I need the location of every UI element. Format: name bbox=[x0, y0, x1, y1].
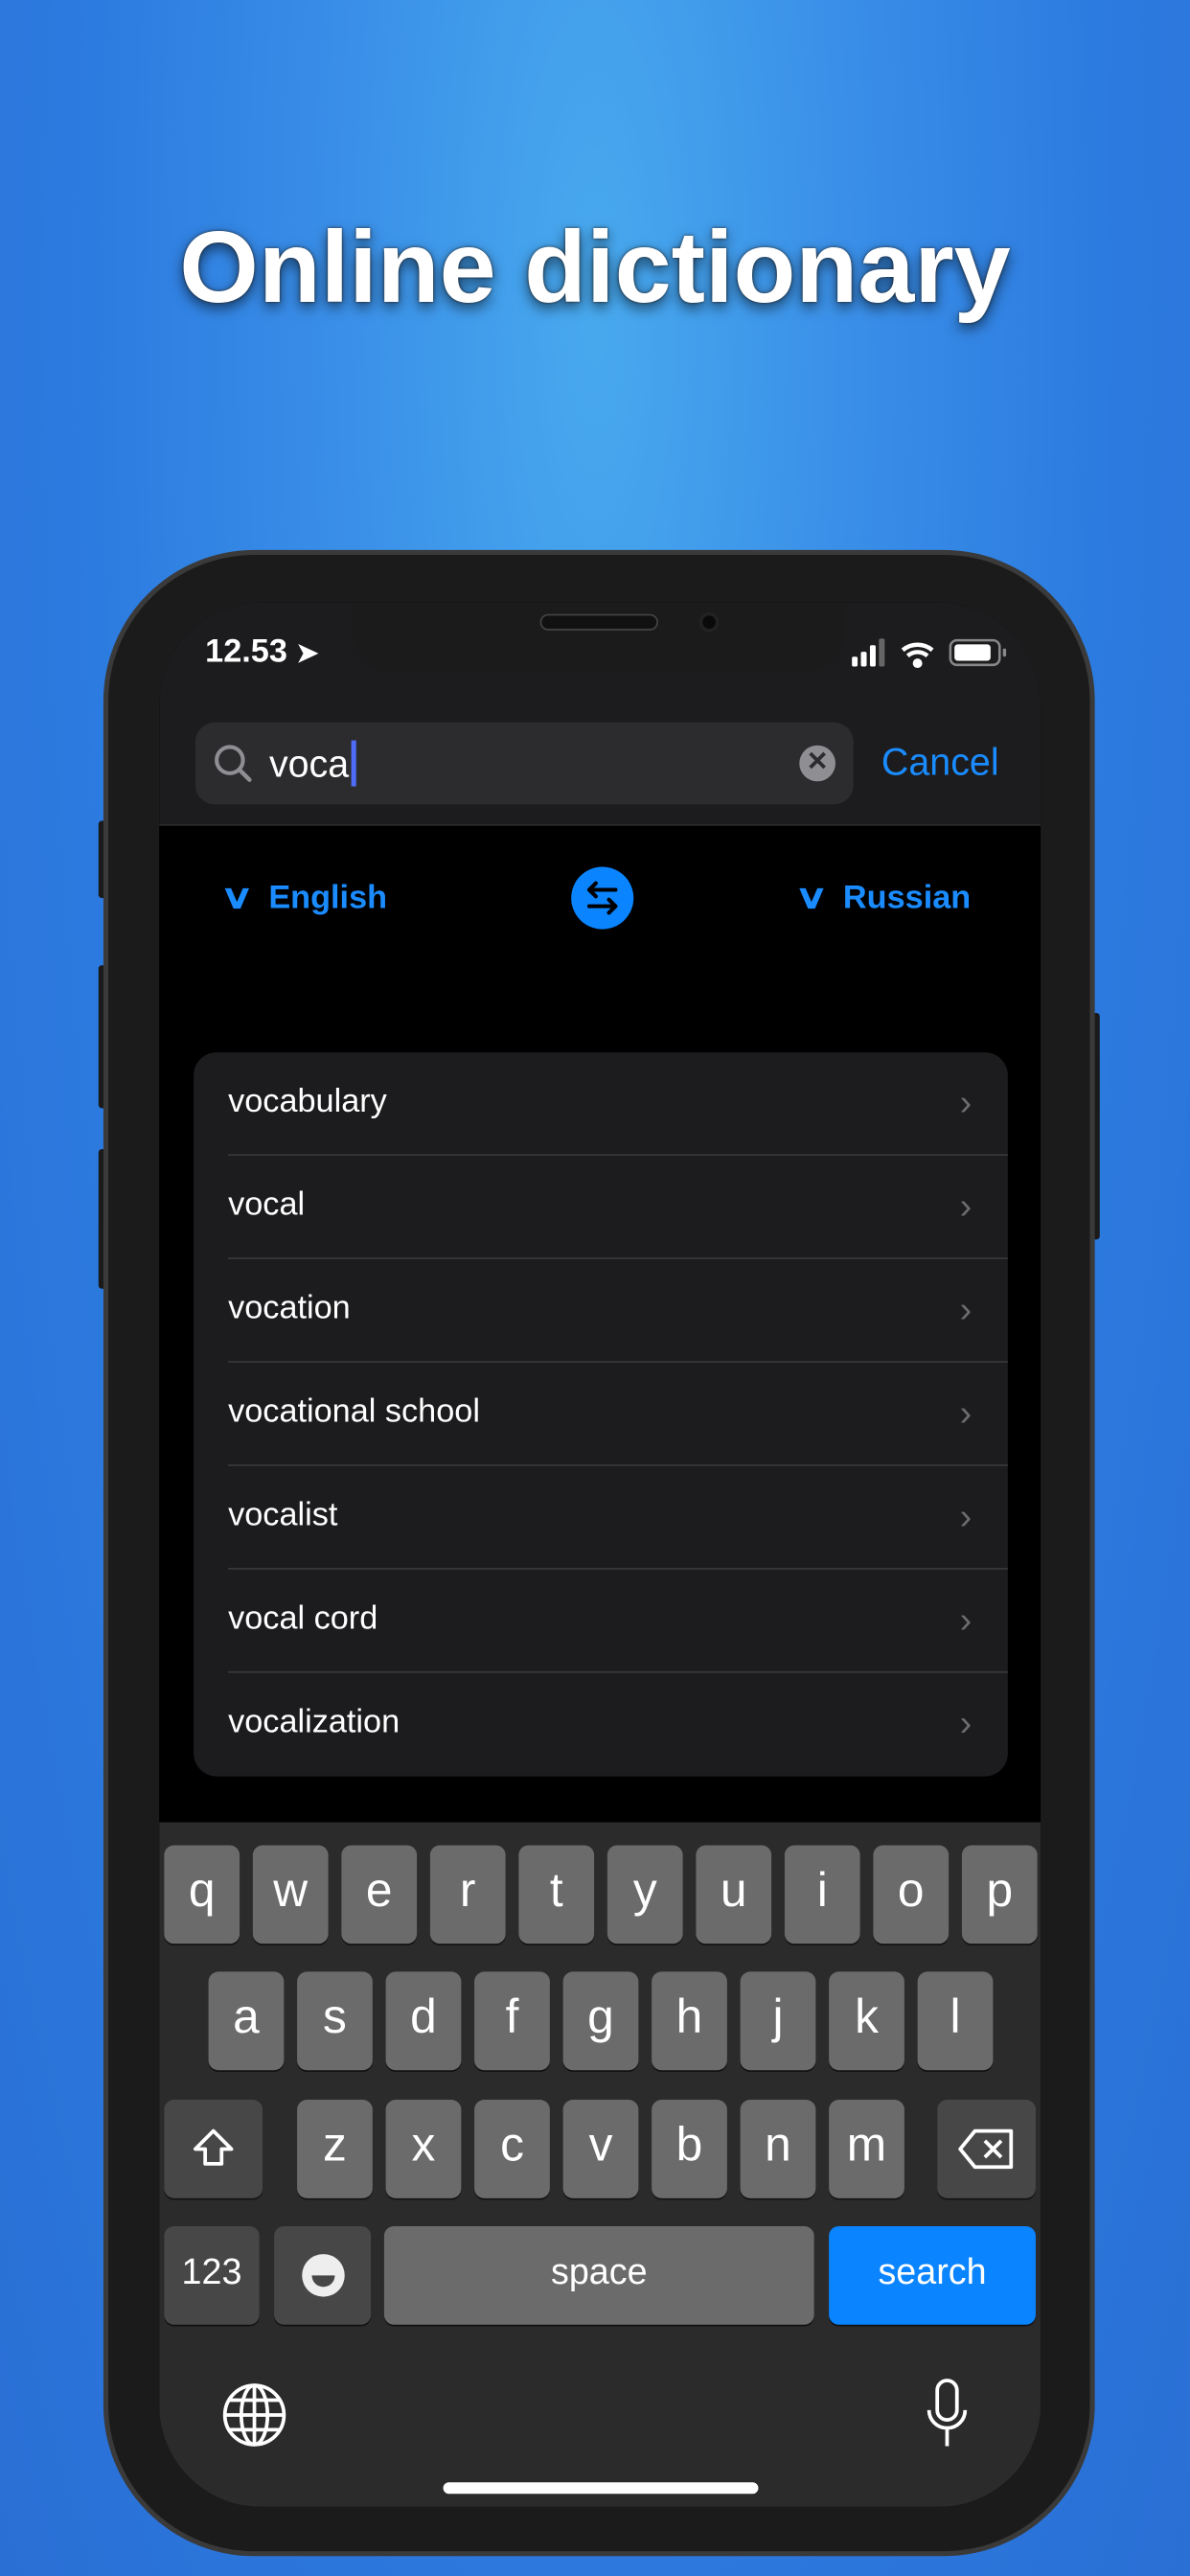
numbers-key[interactable]: 123 bbox=[164, 2225, 260, 2325]
chevron-right-icon: › bbox=[959, 1081, 973, 1123]
chevron-right-icon: › bbox=[959, 1702, 973, 1744]
cellular-signal-icon bbox=[852, 638, 885, 667]
key-m[interactable]: m bbox=[829, 2100, 904, 2198]
key-f[interactable]: f bbox=[474, 1971, 550, 2071]
backspace-icon bbox=[958, 2128, 1014, 2170]
search-text: voca bbox=[268, 740, 356, 787]
chevron-right-icon: › bbox=[959, 1288, 973, 1330]
swap-arrows-icon bbox=[586, 881, 618, 915]
chevron-right-icon: › bbox=[959, 1392, 973, 1434]
screen: 12.53 ➤ voca ✕ Cancel ∨ English ∨ Russian … bbox=[159, 602, 1041, 2507]
source-language-button[interactable]: ∨ English bbox=[220, 877, 388, 918]
headline: Online dictionary bbox=[179, 211, 1011, 326]
key-d[interactable]: d bbox=[385, 1971, 462, 2071]
suggestion-text: vocal bbox=[228, 1186, 306, 1224]
key-j[interactable]: j bbox=[740, 1971, 816, 2071]
target-language-button[interactable]: ∨ Russian bbox=[794, 877, 972, 918]
key-p[interactable]: p bbox=[961, 1845, 1038, 1944]
key-v[interactable]: v bbox=[562, 2100, 639, 2198]
key-r[interactable]: r bbox=[429, 1845, 506, 1944]
list-item[interactable]: vocal › bbox=[228, 1156, 1008, 1259]
cancel-button[interactable]: Cancel bbox=[881, 741, 999, 785]
key-n[interactable]: n bbox=[740, 2100, 816, 2198]
key-o[interactable]: o bbox=[873, 1845, 950, 1944]
swap-languages-button[interactable] bbox=[571, 866, 634, 930]
list-item[interactable]: vocalist › bbox=[228, 1466, 1008, 1570]
notch bbox=[353, 602, 846, 674]
chevron-right-icon: › bbox=[959, 1184, 973, 1227]
emoji-key[interactable] bbox=[274, 2225, 372, 2325]
keyboard: 123 space search qwertyuiop asdfghjkl zxcv… bbox=[159, 1822, 1041, 2507]
suggestion-text: vocalist bbox=[228, 1497, 338, 1534]
key-h[interactable]: h bbox=[652, 1971, 727, 2071]
key-u[interactable]: u bbox=[696, 1845, 772, 1944]
search-key[interactable]: search bbox=[829, 2225, 1036, 2325]
suggestion-text: vocational school bbox=[228, 1393, 480, 1431]
key-z[interactable]: z bbox=[297, 2100, 373, 2198]
status-icons bbox=[852, 638, 1007, 669]
key-q[interactable]: q bbox=[164, 1845, 240, 1944]
backspace-key[interactable] bbox=[937, 2100, 1036, 2198]
wifi-icon bbox=[901, 642, 934, 669]
status-time: 12.53 ➤ bbox=[205, 633, 318, 671]
suggestion-list: vocabulary › vocal › vocation › vocational … bbox=[194, 1052, 1008, 1777]
list-item[interactable]: vocational school › bbox=[228, 1363, 1008, 1466]
search-icon bbox=[215, 745, 252, 782]
chevron-down-icon: ∨ bbox=[219, 880, 254, 916]
search-value: voca bbox=[268, 742, 350, 785]
key-b[interactable]: b bbox=[652, 2100, 727, 2198]
microphone-icon[interactable] bbox=[924, 2378, 970, 2453]
key-a[interactable]: a bbox=[208, 1971, 285, 2071]
globe-icon[interactable] bbox=[221, 2382, 287, 2449]
clear-icon[interactable]: ✕ bbox=[799, 745, 835, 782]
shift-key[interactable] bbox=[164, 2100, 263, 2198]
chevron-right-icon: › bbox=[959, 1495, 973, 1537]
target-language-label: Russian bbox=[842, 880, 972, 916]
key-l[interactable]: l bbox=[917, 1971, 994, 2071]
shift-icon bbox=[193, 2128, 234, 2166]
home-indicator[interactable] bbox=[443, 2482, 759, 2495]
location-arrow-icon: ➤ bbox=[296, 640, 319, 669]
suggestion-text: vocabulary bbox=[228, 1083, 387, 1120]
suggestion-text: vocal cord bbox=[228, 1600, 378, 1637]
key-k[interactable]: k bbox=[829, 1971, 904, 2071]
chevron-down-icon: ∨ bbox=[794, 880, 829, 916]
space-key[interactable]: space bbox=[383, 2225, 814, 2325]
list-item[interactable]: vocation › bbox=[228, 1259, 1008, 1363]
source-language-label: English bbox=[268, 880, 388, 916]
key-x[interactable]: x bbox=[385, 2100, 462, 2198]
search-input[interactable]: voca ✕ bbox=[195, 722, 854, 805]
list-item[interactable]: vocabulary › bbox=[228, 1052, 1008, 1157]
key-i[interactable]: i bbox=[784, 1845, 860, 1944]
suggestion-text: vocation bbox=[228, 1290, 351, 1327]
battery-icon bbox=[949, 638, 1007, 667]
key-w[interactable]: w bbox=[252, 1845, 329, 1944]
emoji-icon bbox=[301, 2254, 344, 2297]
list-item[interactable]: vocal cord › bbox=[228, 1570, 1008, 1673]
text-caret bbox=[350, 740, 356, 787]
key-s[interactable]: s bbox=[297, 1971, 373, 2071]
key-c[interactable]: c bbox=[474, 2100, 550, 2198]
key-y[interactable]: y bbox=[606, 1845, 683, 1944]
list-item[interactable]: vocalization › bbox=[228, 1673, 1008, 1777]
chevron-right-icon: › bbox=[959, 1598, 973, 1641]
key-g[interactable]: g bbox=[562, 1971, 639, 2071]
time-text: 12.53 bbox=[205, 633, 287, 670]
suggestion-text: vocalization bbox=[228, 1704, 400, 1740]
key-t[interactable]: t bbox=[518, 1845, 595, 1944]
key-e[interactable]: e bbox=[341, 1845, 418, 1944]
